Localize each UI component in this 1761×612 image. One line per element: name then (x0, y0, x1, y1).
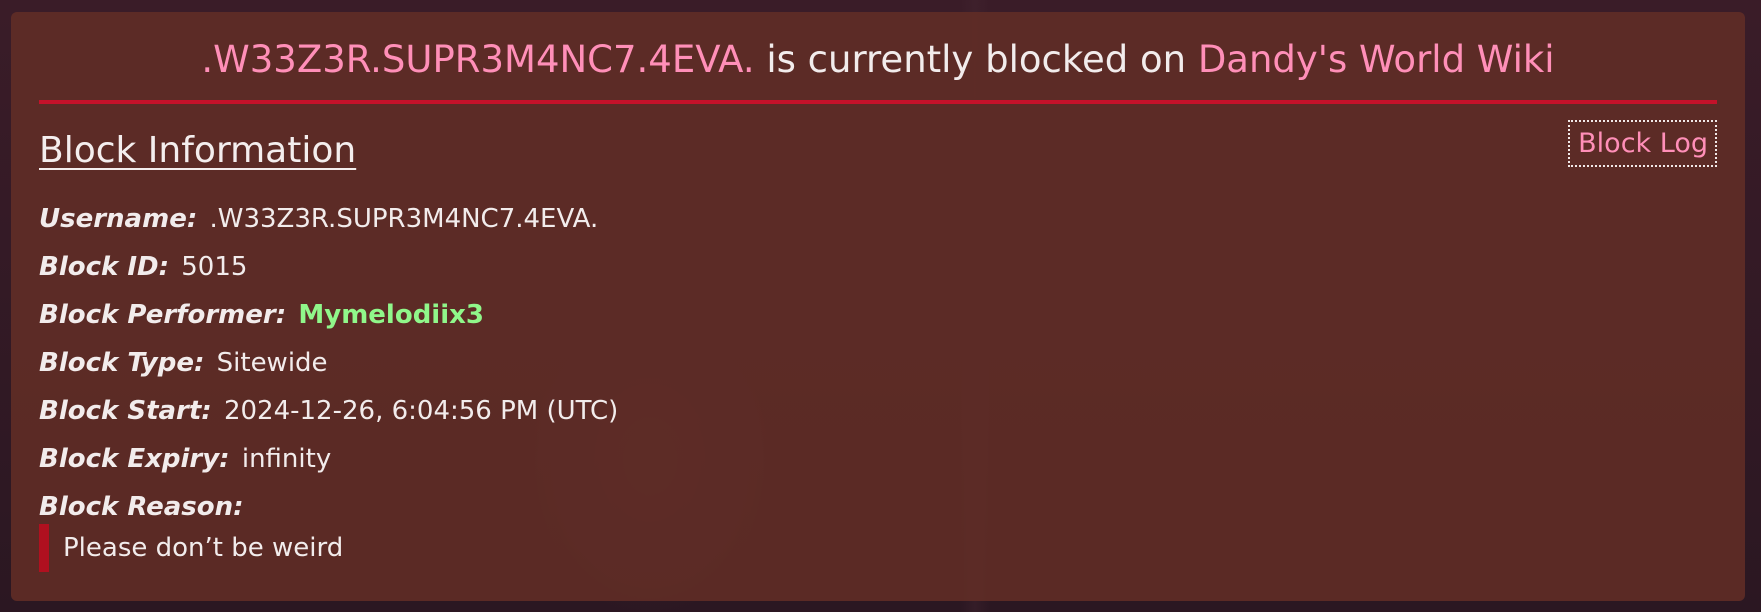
field-block-start: Block Start: 2024-12-26, 6:04:56 PM (UTC… (39, 396, 618, 444)
field-block-start-value: 2024-12-26, 6:04:56 PM (UTC) (223, 396, 619, 426)
field-username-label: Username: (39, 204, 198, 234)
field-block-id-label: Block ID: (39, 252, 169, 282)
block-info-panel: .W33Z3R.SUPR3M4NC7.4EVA. is currently bl… (11, 12, 1745, 601)
field-username: Username: .W33Z3R.SUPR3M4NC7.4EVA. (39, 204, 618, 252)
field-block-expiry-label: Block Expiry: (39, 444, 230, 474)
field-performer-link[interactable]: Mymelodiix3 (298, 300, 484, 330)
field-block-type-value: Sitewide (216, 348, 328, 378)
wiki-name-link[interactable]: Dandy's World Wiki (1198, 38, 1555, 81)
block-log-button[interactable]: Block Log (1568, 120, 1717, 167)
field-block-start-label: Block Start: (39, 396, 212, 426)
field-performer: Block Performer: Mymelodiix3 (39, 300, 618, 348)
page-title: .W33Z3R.SUPR3M4NC7.4EVA. is currently bl… (39, 12, 1717, 98)
field-block-id: Block ID: 5015 (39, 252, 618, 300)
section-title: Block Information (39, 130, 357, 171)
title-middle-text: is currently blocked on (754, 38, 1198, 81)
field-performer-label: Block Performer: (39, 300, 287, 330)
field-username-value: .W33Z3R.SUPR3M4NC7.4EVA. (209, 204, 599, 234)
block-reason-quote: Please don’t be weird (39, 524, 343, 572)
field-block-expiry: Block Expiry: infinity (39, 444, 618, 492)
field-block-id-value: 5015 (181, 252, 248, 282)
header-divider (39, 100, 1717, 104)
field-block-expiry-value: infinity (241, 444, 332, 474)
field-block-reason-label: Block Reason: (39, 492, 244, 522)
quote-bar (39, 524, 49, 572)
field-block-type-label: Block Type: (39, 348, 205, 378)
block-fields: Username: .W33Z3R.SUPR3M4NC7.4EVA. Block… (39, 204, 618, 540)
block-reason-text: Please don’t be weird (63, 533, 344, 563)
blocked-username: .W33Z3R.SUPR3M4NC7.4EVA. (201, 38, 755, 81)
field-block-type: Block Type: Sitewide (39, 348, 618, 396)
